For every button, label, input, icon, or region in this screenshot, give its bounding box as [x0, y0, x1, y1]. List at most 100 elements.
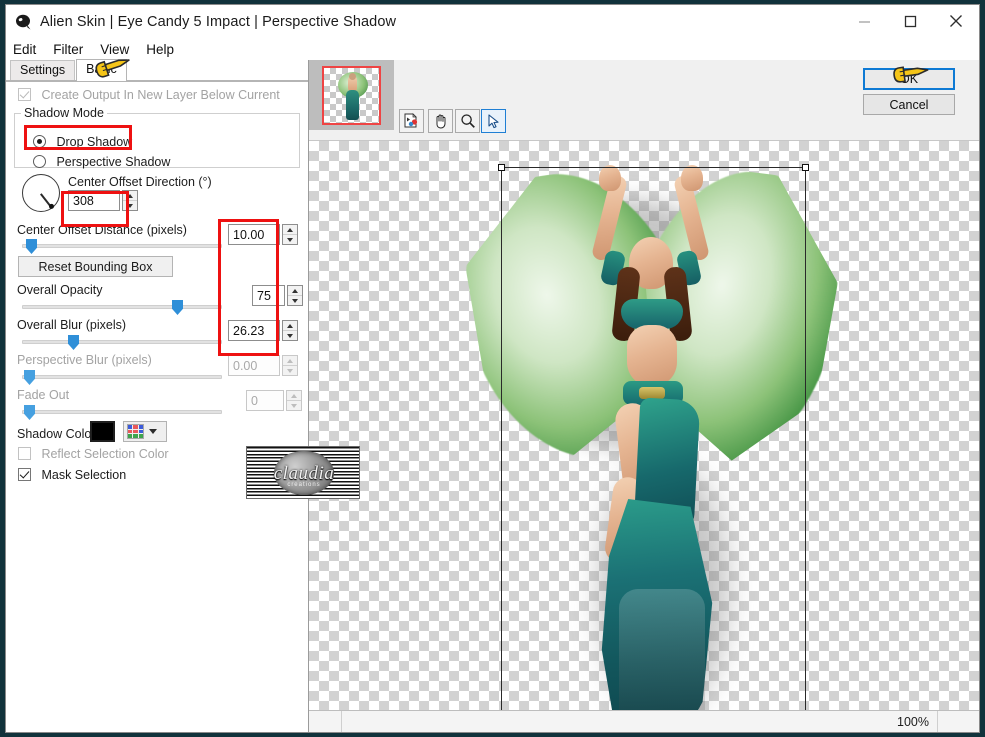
drop-shadow-label: Drop Shadow: [56, 135, 133, 149]
radio-drop-shadow-row[interactable]: Drop Shadow: [33, 133, 132, 151]
title-bar: Alien Skin | Eye Candy 5 Impact | Perspe…: [6, 5, 979, 38]
fade-out-slider: [22, 405, 222, 420]
perspective-blur-input: 0.00: [228, 355, 280, 376]
overall-blur-stepper[interactable]: 26.23: [228, 320, 298, 341]
center-offset-direction-label: Center Offset Direction (°): [68, 175, 212, 189]
status-left-cell: [309, 711, 342, 732]
window-controls: [841, 5, 979, 37]
radio-perspective-shadow-row[interactable]: Perspective Shadow: [33, 153, 170, 171]
cancel-button[interactable]: Cancel: [863, 94, 955, 115]
menu-item-help[interactable]: Help: [146, 42, 183, 57]
minimize-icon[interactable]: [841, 5, 887, 37]
preview-toolbar: Preview Background: None OK Cancel: [309, 60, 979, 184]
center-offset-direction-input[interactable]: 308: [68, 190, 120, 211]
navigator-thumbnail[interactable]: [322, 65, 381, 125]
shadow-color-label: Shadow Color: [17, 427, 96, 441]
settings-panel: Settings Basic Create Output In New Laye…: [6, 59, 309, 732]
reflect-selection-color-row: Reflect Selection Color: [18, 445, 169, 463]
menu-item-filter[interactable]: Filter: [53, 42, 92, 57]
shadow-mode-group: Shadow Mode Drop Shadow Perspective Shad…: [14, 106, 300, 171]
arrow-select-icon[interactable]: [481, 109, 506, 133]
overall-opacity-stepper[interactable]: 75: [252, 285, 303, 306]
overall-opacity-arrows[interactable]: [287, 285, 303, 306]
perspective-shadow-label: Perspective Shadow: [56, 155, 171, 169]
zoom-magnifier-icon[interactable]: [455, 109, 480, 133]
dial-knob[interactable]: [49, 203, 54, 209]
slider-thumb[interactable]: [68, 335, 79, 350]
create-output-checkbox[interactable]: [18, 88, 31, 101]
angle-dial-icon[interactable]: [22, 174, 60, 212]
bbox-handle-top-right[interactable]: [802, 164, 809, 171]
spin-down[interactable]: [283, 330, 297, 340]
shadow-mode-legend: Shadow Mode: [24, 106, 104, 120]
center-offset-distance-stepper[interactable]: 10.00: [228, 224, 298, 245]
slider-thumb: [24, 405, 35, 420]
slider-track: [22, 340, 222, 344]
status-bar: 100%: [309, 710, 979, 732]
overall-blur-input[interactable]: 26.23: [228, 320, 280, 341]
create-output-checkbox-row[interactable]: Create Output In New Layer Below Current: [18, 86, 280, 104]
mask-selection-row[interactable]: Mask Selection: [18, 466, 126, 484]
tab-strip: Settings Basic: [6, 59, 308, 81]
window-body: Settings Basic Create Output In New Laye…: [6, 59, 979, 732]
reset-bounding-box-label: Reset Bounding Box: [38, 259, 153, 274]
perspective-blur-label: Perspective Blur (pixels): [17, 353, 152, 367]
slider-track: [22, 244, 222, 248]
window-title: Alien Skin | Eye Candy 5 Impact | Perspe…: [40, 13, 397, 30]
center-offset-distance-slider[interactable]: [22, 239, 222, 254]
chevron-down-icon: [149, 429, 157, 434]
spin-up: [287, 391, 301, 400]
maximize-icon[interactable]: [887, 5, 933, 37]
hand-pan-icon[interactable]: [428, 109, 453, 133]
menu-item-view[interactable]: View: [100, 42, 138, 57]
overall-blur-arrows[interactable]: [282, 320, 298, 341]
desktop-background: Alien Skin | Eye Candy 5 Impact | Perspe…: [0, 0, 985, 737]
slider-thumb: [24, 370, 35, 385]
center-offset-distance-arrows[interactable]: [282, 224, 298, 245]
perspective-blur-stepper: 0.00: [228, 355, 298, 376]
spin-up[interactable]: [288, 286, 302, 295]
overall-opacity-input[interactable]: 75: [252, 285, 285, 306]
preview-area: Preview Background: None OK Cancel: [309, 60, 979, 732]
mask-selection-checkbox[interactable]: [18, 468, 31, 481]
overall-blur-slider[interactable]: [22, 335, 222, 350]
slider-thumb[interactable]: [172, 300, 183, 315]
spin-up[interactable]: [283, 225, 297, 234]
spin-up[interactable]: [123, 191, 137, 200]
center-offset-direction-stepper[interactable]: 308: [68, 190, 138, 211]
drop-shadow-radio[interactable]: [33, 135, 46, 148]
color-palette-icon: [127, 424, 144, 439]
spin-down[interactable]: [123, 200, 137, 210]
spin-down[interactable]: [283, 234, 297, 244]
tab-basic[interactable]: Basic: [76, 59, 127, 81]
ok-button[interactable]: OK: [863, 68, 955, 90]
zoom-level-indicator: 100%: [897, 714, 929, 729]
perspective-shadow-radio[interactable]: [33, 155, 46, 168]
shadow-color-swatch[interactable]: [90, 421, 115, 442]
status-message-cell: [342, 711, 857, 732]
preview-canvas[interactable]: [309, 140, 979, 710]
bbox-handle-top-left[interactable]: [498, 164, 505, 171]
fade-out-input: 0: [246, 390, 284, 411]
slider-track: [22, 305, 222, 309]
fade-out-arrows: [286, 390, 302, 411]
overall-opacity-slider[interactable]: [22, 300, 222, 315]
color-palette-button[interactable]: [123, 421, 167, 442]
spin-down: [287, 400, 301, 410]
tab-settings[interactable]: Settings: [10, 60, 76, 81]
center-offset-distance-input[interactable]: 10.00: [228, 224, 280, 245]
reflect-selection-color-checkbox: [18, 447, 31, 460]
close-icon[interactable]: [933, 5, 979, 37]
slider-thumb[interactable]: [26, 239, 37, 254]
center-offset-distance-label: Center Offset Distance (pixels): [17, 223, 187, 237]
slider-track: [22, 375, 222, 379]
alienskin-logo-icon: [14, 13, 32, 31]
selection-bounding-box[interactable]: [498, 164, 809, 710]
preview-toggle-icon[interactable]: [399, 109, 424, 133]
center-offset-direction-arrows[interactable]: [122, 190, 138, 211]
spin-up[interactable]: [283, 321, 297, 330]
menu-item-edit[interactable]: Edit: [13, 42, 45, 57]
plugin-window: Alien Skin | Eye Candy 5 Impact | Perspe…: [5, 4, 980, 733]
reset-bounding-box-button[interactable]: Reset Bounding Box: [18, 256, 173, 277]
spin-down[interactable]: [288, 295, 302, 305]
